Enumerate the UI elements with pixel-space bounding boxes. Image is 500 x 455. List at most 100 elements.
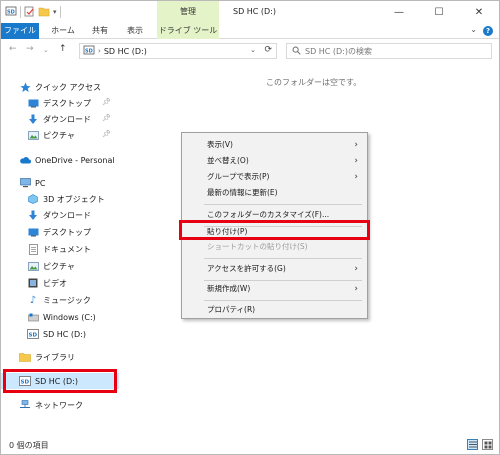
qat-separator — [20, 6, 21, 18]
submenu-arrow-icon: › — [354, 156, 358, 166]
menu-item-properties[interactable]: プロパティ(R) — [182, 302, 367, 318]
nav-label: ダウンロード — [43, 210, 91, 220]
network-icon — [19, 399, 31, 411]
maximize-button[interactable]: ☐ — [419, 1, 459, 23]
nav-label: 3D オブジェクト — [43, 194, 105, 204]
nav-pc[interactable]: PC — [1, 175, 119, 191]
menu-label: 表示(V) — [207, 140, 233, 149]
menu-label: グループで表示(P) — [207, 172, 270, 181]
menu-separator — [204, 204, 362, 205]
menu-label: ショートカットの貼り付け(S) — [207, 242, 308, 251]
pin-icon[interactable]: 📌︎ — [102, 114, 111, 122]
menu-label: 最新の情報に更新(E) — [207, 188, 278, 197]
search-placeholder: SD HC (D:)の検索 — [305, 46, 373, 56]
submenu-arrow-icon: › — [354, 172, 358, 182]
document-icon — [27, 243, 39, 255]
forward-arrow-icon[interactable]: → — [26, 44, 34, 54]
submenu-arrow-icon: › — [354, 284, 358, 294]
search-input[interactable]: SD HC (D:)の検索 — [286, 43, 492, 59]
menu-item-view[interactable]: 表示(V) › — [182, 137, 367, 153]
download-arrow-icon — [27, 209, 39, 221]
nav-windows-c[interactable]: Windows (C:) — [1, 309, 119, 325]
recent-dropdown-icon[interactable]: ⌄ — [43, 46, 49, 54]
breadcrumb-chevron-icon: › — [98, 47, 101, 55]
nav-sdhc-pc[interactable]: SD SD HC (D:) — [1, 326, 119, 342]
nav-label: Windows (C:) — [43, 312, 96, 322]
svg-text:SD: SD — [85, 49, 93, 55]
address-bar[interactable]: SD › SD HC (D:) ⌄ ⟳ — [79, 43, 277, 59]
menu-item-refresh[interactable]: 最新の情報に更新(E) — [182, 185, 367, 201]
details-view-icon[interactable] — [467, 439, 478, 450]
up-arrow-icon[interactable]: ↑ — [59, 44, 67, 54]
picture-icon — [27, 129, 39, 141]
menu-item-group[interactable]: グループで表示(P) › — [182, 169, 367, 185]
back-arrow-icon[interactable]: ← — [9, 44, 17, 54]
sdhc-highlight-box — [3, 369, 117, 393]
close-button[interactable]: ✕ — [459, 1, 499, 23]
large-icons-view-icon[interactable] — [482, 439, 493, 450]
nav-label: ピクチャ — [43, 130, 75, 140]
library-folder-icon — [19, 351, 31, 363]
submenu-arrow-icon: › — [354, 264, 358, 274]
nav-label: SD HC (D:) — [43, 329, 87, 339]
properties-icon[interactable] — [24, 6, 35, 19]
nav-desktop-quick[interactable]: デスクトップ 📌︎ — [1, 95, 119, 111]
menu-label: 新規作成(W) — [207, 284, 251, 293]
paste-highlight-box — [179, 220, 370, 240]
cube-icon — [27, 193, 39, 205]
navigation-pane: クイック アクセス デスクトップ 📌︎ ダウンロード 📌︎ ピクチャ 📌︎ On… — [1, 63, 119, 435]
nav-label: クイック アクセス — [35, 82, 102, 92]
window-controls: — ☐ ✕ — [379, 1, 499, 23]
nav-3d-objects[interactable]: 3D オブジェクト — [1, 191, 119, 207]
tab-file[interactable]: ファイル — [1, 23, 39, 39]
nav-onedrive[interactable]: OneDrive - Personal — [1, 152, 119, 168]
nav-label: ミュージック — [43, 295, 91, 305]
nav-network[interactable]: ネットワーク — [1, 397, 119, 413]
tab-drive-tools[interactable]: ドライブ ツール — [157, 23, 219, 39]
nav-label: ドキュメント — [43, 244, 91, 254]
nav-desktop[interactable]: デスクトップ — [1, 224, 119, 240]
nav-documents[interactable]: ドキュメント — [1, 241, 119, 257]
pin-icon[interactable]: 📌︎ — [102, 130, 111, 138]
menu-item-give-access[interactable]: アクセスを許可する(G) › — [182, 261, 367, 277]
window-title: SD HC (D:) — [233, 7, 277, 16]
picture-icon — [27, 260, 39, 272]
nav-label: ライブラリ — [35, 352, 75, 362]
cloud-icon — [19, 154, 31, 166]
refresh-icon[interactable]: ⟳ — [264, 45, 272, 55]
nav-label: ピクチャ — [43, 261, 75, 271]
nav-downloads[interactable]: ダウンロード — [1, 207, 119, 223]
pin-icon[interactable]: 📌︎ — [102, 98, 111, 106]
star-icon — [19, 81, 31, 93]
manage-tab[interactable]: 管理 — [157, 1, 219, 23]
desktop-icon — [27, 226, 39, 238]
search-icon — [292, 46, 301, 57]
menu-item-new[interactable]: 新規作成(W) › — [182, 281, 367, 297]
menu-separator — [204, 258, 362, 259]
quick-access-toolbar: SD ▾ — [5, 5, 61, 19]
help-button[interactable]: ? — [483, 26, 493, 36]
new-folder-icon[interactable] — [38, 6, 50, 19]
ribbon-tabs: ファイル ホーム 共有 表示 ドライブ ツール ⌄ ? — [1, 23, 499, 39]
item-count: 0 個の項目 — [9, 441, 49, 450]
nav-music[interactable]: ♪ ミュージック — [1, 292, 119, 308]
address-dropdown-icon[interactable]: ⌄ — [250, 46, 256, 54]
ribbon-expand-icon[interactable]: ⌄ — [470, 25, 477, 34]
nav-pictures[interactable]: ピクチャ — [1, 258, 119, 274]
nav-quick-access[interactable]: クイック アクセス — [1, 79, 119, 95]
menu-item-sort[interactable]: 並べ替え(O) › — [182, 153, 367, 169]
tab-view[interactable]: 表示 — [121, 23, 149, 39]
tab-home[interactable]: ホーム — [47, 23, 79, 39]
desktop-icon — [27, 97, 39, 109]
menu-label: このフォルダーのカスタマイズ(F)... — [207, 210, 330, 219]
nav-pictures-quick[interactable]: ピクチャ 📌︎ — [1, 127, 119, 143]
minimize-button[interactable]: — — [379, 1, 419, 23]
tab-share[interactable]: 共有 — [87, 23, 113, 39]
nav-videos[interactable]: ビデオ — [1, 275, 119, 291]
nav-downloads-quick[interactable]: ダウンロード 📌︎ — [1, 111, 119, 127]
nav-libraries[interactable]: ライブラリ — [1, 349, 119, 365]
qat-dropdown-icon[interactable]: ▾ — [53, 8, 57, 16]
menu-label: プロパティ(R) — [207, 305, 256, 314]
nav-label: ビデオ — [43, 278, 67, 288]
nav-label: ネットワーク — [35, 400, 83, 410]
